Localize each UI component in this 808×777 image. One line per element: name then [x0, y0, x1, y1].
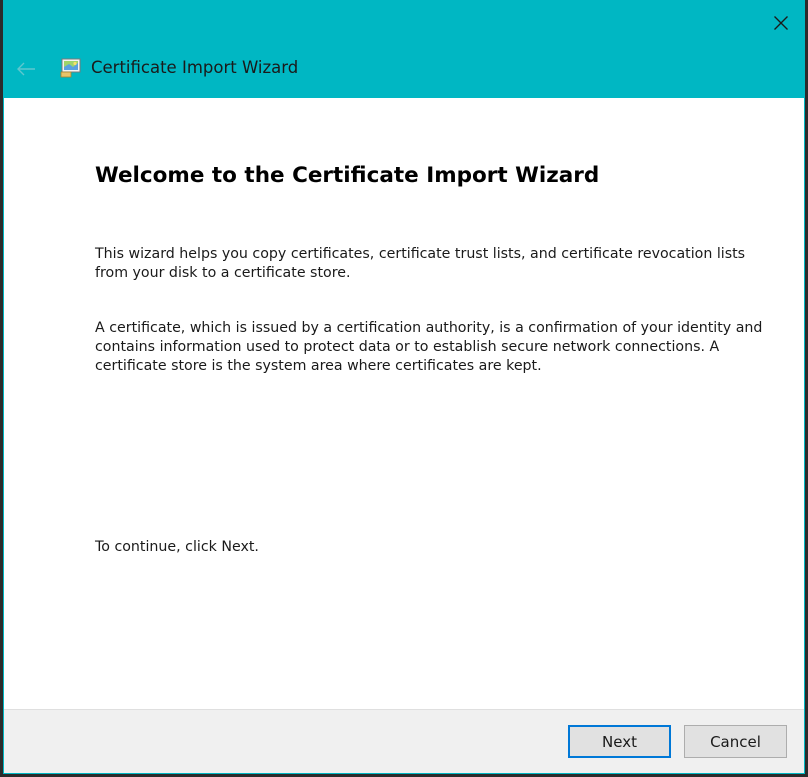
close-icon [774, 16, 788, 30]
certificate-import-wizard-window: Certificate Import Wizard Welcome to the… [3, 0, 805, 774]
title-bar: Certificate Import Wizard [4, 1, 804, 98]
certificate-description-paragraph: A certificate, which is issued by a cert… [95, 320, 763, 374]
page-title: Welcome to the Certificate Import Wizard [95, 163, 600, 188]
cancel-button[interactable]: Cancel [684, 725, 787, 758]
next-button[interactable]: Next [568, 725, 671, 758]
back-button[interactable] [12, 55, 40, 83]
continue-instruction: To continue, click Next. [95, 539, 259, 555]
close-button[interactable] [758, 1, 804, 45]
intro-paragraph: This wizard helps you copy certificates,… [95, 246, 746, 281]
back-arrow-icon [17, 62, 35, 76]
wizard-content: Welcome to the Certificate Import Wizard… [4, 98, 804, 709]
certificate-icon [60, 58, 81, 78]
window-title: Certificate Import Wizard [91, 58, 299, 77]
button-bar: Next Cancel [4, 709, 804, 773]
